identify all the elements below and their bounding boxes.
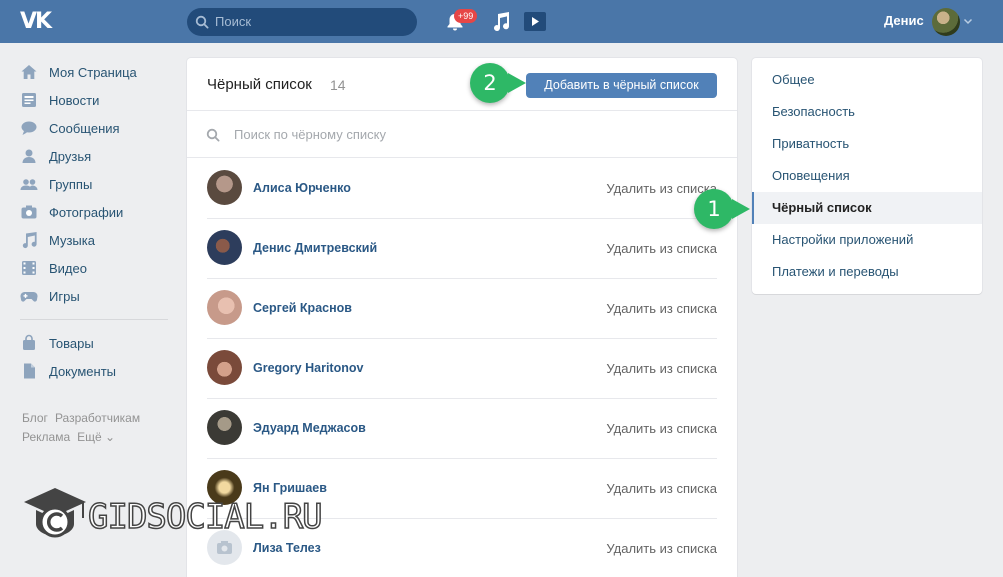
settings-menu-privacy[interactable]: Приватность <box>752 128 982 160</box>
search-icon <box>195 15 209 29</box>
panel-header: Чёрный список 14 Добавить в чёрный списо… <box>187 58 737 111</box>
footer-links: Блог Разработчикам Реклама Ещё ⌄ <box>22 409 172 447</box>
sidebar-item-friends[interactable]: Друзья <box>20 142 170 170</box>
remove-from-list-link[interactable]: Удалить из списка <box>606 301 717 316</box>
music-icon <box>22 232 37 249</box>
avatar[interactable] <box>207 290 242 325</box>
global-search-input[interactable]: Поиск <box>187 8 417 36</box>
sidebar-item-photos[interactable]: Фотографии <box>20 198 170 226</box>
callout-step-1: 1 <box>694 189 754 229</box>
gamepad-icon <box>20 291 38 302</box>
footer-link-more[interactable]: Ещё ⌄ <box>77 430 115 444</box>
blacklist-count: 14 <box>330 77 346 93</box>
footer-link-developers[interactable]: Разработчикам <box>55 411 140 425</box>
sidebar-item-games[interactable]: Игры <box>20 282 170 310</box>
remove-from-list-link[interactable]: Удалить из списка <box>606 481 717 496</box>
avatar[interactable] <box>932 8 960 36</box>
search-placeholder: Поиск по чёрному списку <box>234 127 386 142</box>
sidebar-item-label: Друзья <box>49 148 92 164</box>
user-name[interactable]: Денис <box>884 13 924 28</box>
callout-arrow <box>732 199 750 219</box>
settings-menu-payments[interactable]: Платежи и переводы <box>752 256 982 288</box>
sidebar-item-label: Новости <box>49 92 100 108</box>
sidebar-item-goods[interactable]: Товары <box>20 329 170 357</box>
groups-icon <box>20 179 38 190</box>
music-icon[interactable] <box>491 11 511 33</box>
chevron-down-icon[interactable] <box>963 16 973 26</box>
sidebar-item-groups[interactable]: Группы <box>20 170 170 198</box>
search-icon <box>206 128 220 142</box>
remove-from-list-link[interactable]: Удалить из списка <box>606 421 717 436</box>
sidebar-item-label: Сообщения <box>49 120 120 136</box>
sidebar-item-documents[interactable]: Документы <box>20 357 170 385</box>
user-name-link[interactable]: Сергей Краснов <box>253 301 352 315</box>
sidebar-item-video[interactable]: Видео <box>20 254 170 282</box>
blacklist-search-input[interactable]: Поиск по чёрному списку <box>187 112 737 158</box>
table-row: Эдуард Меджасов Удалить из списка <box>187 399 737 459</box>
sidebar-item-label: Моя Страница <box>49 64 137 80</box>
table-row: Денис Дмитревский Удалить из списка <box>187 219 737 279</box>
settings-menu: Общее Безопасность Приватность Оповещени… <box>752 58 982 294</box>
avatar[interactable] <box>207 230 242 265</box>
settings-menu-blacklist[interactable]: Чёрный список <box>752 192 982 224</box>
settings-menu-app-settings[interactable]: Настройки приложений <box>752 224 982 256</box>
remove-from-list-link[interactable]: Удалить из списка <box>606 361 717 376</box>
friend-icon <box>22 149 36 163</box>
sidebar-item-label: Группы <box>49 176 93 192</box>
sidebar-item-music[interactable]: Музыка <box>20 226 170 254</box>
callout-arrow <box>508 73 526 93</box>
callout-step-2: 2 <box>470 63 530 103</box>
table-row: Gregory Haritonov Удалить из списка <box>187 339 737 399</box>
sidebar-item-my-page[interactable]: Моя Страница <box>20 58 170 86</box>
remove-from-list-link[interactable]: Удалить из списка <box>606 541 717 556</box>
settings-menu-security[interactable]: Безопасность <box>752 96 982 128</box>
footer-link-ads[interactable]: Реклама <box>22 430 70 444</box>
callout-number: 1 <box>694 189 734 229</box>
avatar[interactable] <box>207 350 242 385</box>
table-row: Сергей Краснов Удалить из списка <box>187 279 737 339</box>
search-placeholder: Поиск <box>215 14 252 29</box>
vk-logo[interactable]: VK <box>20 9 54 34</box>
camera-icon <box>21 205 37 219</box>
sidebar-item-label: Товары <box>49 335 94 351</box>
sidebar-item-messages[interactable]: Сообщения <box>20 114 170 142</box>
home-icon <box>21 65 37 79</box>
watermark-text: GIDSOCIAL.RU <box>87 496 323 538</box>
user-name-link[interactable]: Денис Дмитревский <box>253 241 377 255</box>
user-name-link[interactable]: Эдуард Меджасов <box>253 421 366 435</box>
news-icon <box>22 93 36 107</box>
page-title: Чёрный список <box>207 76 312 93</box>
bag-icon <box>23 334 35 350</box>
avatar[interactable] <box>207 410 242 445</box>
sidebar-item-label: Фотографии <box>49 204 124 220</box>
sidebar-item-news[interactable]: Новости <box>20 86 170 114</box>
sidebar-divider <box>20 319 168 320</box>
footer-link-blog[interactable]: Блог <box>22 411 48 425</box>
video-icon <box>22 261 36 275</box>
messages-icon <box>21 121 37 135</box>
add-to-blacklist-button[interactable]: Добавить в чёрный список <box>526 73 717 98</box>
settings-menu-notifications[interactable]: Оповещения <box>752 160 982 192</box>
callout-number: 2 <box>470 63 510 103</box>
avatar[interactable] <box>207 170 242 205</box>
table-row: Алиса Юрченко Удалить из списка <box>187 159 737 219</box>
sidebar-item-label: Видео <box>49 260 87 276</box>
document-icon <box>24 363 35 379</box>
remove-from-list-link[interactable]: Удалить из списка <box>606 241 717 256</box>
notification-badge: +99 <box>454 9 478 23</box>
sidebar-item-label: Игры <box>49 288 80 304</box>
left-sidebar: Моя Страница Новости Сообщения Друзья Гр… <box>20 58 170 385</box>
settings-menu-general[interactable]: Общее <box>752 64 982 96</box>
sidebar-item-label: Музыка <box>49 232 95 248</box>
top-header: VK Поиск +99 Денис <box>0 0 1003 43</box>
video-player-icon[interactable] <box>523 11 547 32</box>
user-name-link[interactable]: Gregory Haritonov <box>253 361 363 375</box>
user-name-link[interactable]: Алиса Юрченко <box>253 181 351 195</box>
sidebar-item-label: Документы <box>49 363 117 379</box>
